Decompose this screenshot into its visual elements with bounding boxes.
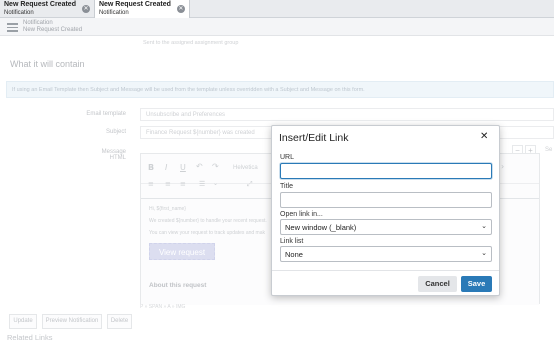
link-list-select[interactable]: None ⌄ bbox=[280, 246, 492, 262]
close-tab-icon[interactable]: ✕ bbox=[176, 5, 185, 13]
header-text: Notification New Request Created bbox=[23, 20, 82, 34]
tab-new-request-1[interactable]: New Request Created Notification ✕ bbox=[0, 0, 95, 18]
tab-bar: New Request Created Notification ✕ New R… bbox=[0, 0, 554, 18]
title-input[interactable] bbox=[280, 192, 492, 208]
url-label: URL bbox=[280, 154, 295, 161]
insert-edit-link-dialog: Insert/Edit Link ✕ URL Title Open link i… bbox=[271, 125, 500, 296]
close-icon[interactable]: ✕ bbox=[480, 131, 488, 142]
cancel-button[interactable]: Cancel bbox=[418, 276, 457, 292]
hamburger-menu-icon[interactable] bbox=[7, 23, 18, 32]
header-breadcrumb: Notification bbox=[23, 20, 53, 26]
dialog-title: Insert/Edit Link bbox=[279, 132, 349, 144]
close-tab-icon[interactable]: ✕ bbox=[81, 5, 90, 13]
chevron-down-icon: ⌄ bbox=[481, 249, 487, 257]
title-label: Title bbox=[280, 183, 293, 190]
tab-new-request-2[interactable]: New Request Created Notification ✕ bbox=[94, 0, 190, 18]
tab-title: New Request Created bbox=[4, 1, 76, 8]
tab-subtitle: Notification bbox=[98, 10, 129, 16]
tab-title: New Request Created bbox=[98, 1, 171, 8]
dialog-divider bbox=[272, 270, 499, 271]
url-input[interactable] bbox=[280, 163, 492, 179]
save-button[interactable]: Save bbox=[461, 276, 492, 292]
tab-subtitle: Notification bbox=[4, 10, 34, 16]
open-link-value: New window (_blank) bbox=[285, 223, 357, 232]
open-link-select[interactable]: New window (_blank) ⌄ bbox=[280, 219, 492, 235]
chevron-down-icon: ⌄ bbox=[481, 222, 487, 230]
header-title: New Request Created bbox=[23, 27, 83, 33]
open-link-label: Open link in... bbox=[280, 211, 323, 218]
link-list-value: None bbox=[285, 250, 303, 259]
form-header: Notification New Request Created bbox=[0, 18, 554, 36]
link-list-label: Link list bbox=[280, 238, 304, 245]
